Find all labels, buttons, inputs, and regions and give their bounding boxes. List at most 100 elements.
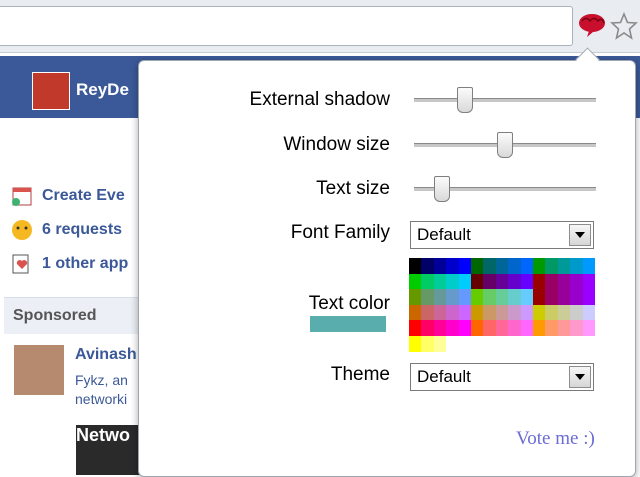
ad-title[interactable]: Avinash bbox=[75, 346, 137, 364]
color-swatch[interactable] bbox=[557, 258, 571, 274]
color-swatch[interactable] bbox=[520, 304, 533, 321]
color-swatch[interactable] bbox=[433, 336, 447, 352]
color-swatch[interactable] bbox=[458, 273, 471, 290]
color-swatch[interactable] bbox=[570, 258, 583, 274]
color-swatch[interactable] bbox=[433, 320, 447, 336]
color-swatch[interactable] bbox=[483, 289, 496, 305]
color-swatch[interactable] bbox=[409, 304, 422, 321]
color-swatch[interactable] bbox=[483, 258, 496, 274]
color-swatch[interactable] bbox=[433, 273, 447, 290]
color-swatch[interactable] bbox=[446, 320, 459, 336]
color-swatch[interactable] bbox=[533, 273, 546, 290]
color-swatch[interactable] bbox=[483, 304, 496, 321]
text-color-preview bbox=[310, 316, 386, 332]
side-link-create-event[interactable]: Create Eve bbox=[10, 185, 125, 207]
address-bar[interactable] bbox=[0, 6, 573, 46]
color-swatch[interactable] bbox=[446, 258, 459, 274]
ad-photo[interactable] bbox=[14, 345, 64, 395]
color-swatch[interactable] bbox=[582, 273, 595, 290]
avatar[interactable] bbox=[32, 72, 70, 110]
color-swatch[interactable] bbox=[471, 304, 484, 321]
chevron-down-icon[interactable] bbox=[569, 366, 591, 388]
color-swatch[interactable] bbox=[421, 289, 434, 305]
brain-icon[interactable] bbox=[576, 12, 608, 38]
color-swatch[interactable] bbox=[471, 289, 484, 305]
color-swatch[interactable] bbox=[520, 273, 533, 290]
color-swatch[interactable] bbox=[557, 273, 571, 290]
color-swatch[interactable] bbox=[421, 258, 434, 274]
chevron-down-icon[interactable] bbox=[569, 224, 591, 246]
color-palette[interactable] bbox=[409, 258, 595, 352]
profile-name[interactable]: ReyDe bbox=[76, 80, 129, 100]
color-swatch[interactable] bbox=[495, 258, 509, 274]
color-swatch[interactable] bbox=[458, 289, 471, 305]
color-swatch[interactable] bbox=[533, 289, 546, 305]
color-swatch[interactable] bbox=[582, 289, 595, 305]
window-size-slider-thumb[interactable] bbox=[497, 132, 513, 158]
side-link-requests[interactable]: 6 requests bbox=[10, 219, 122, 241]
color-swatch[interactable] bbox=[458, 320, 471, 336]
color-swatch[interactable] bbox=[471, 258, 484, 274]
color-swatch[interactable] bbox=[446, 304, 459, 321]
external-shadow-slider-thumb[interactable] bbox=[457, 87, 474, 113]
color-swatch[interactable] bbox=[495, 304, 509, 321]
color-swatch[interactable] bbox=[570, 273, 583, 290]
color-swatch[interactable] bbox=[483, 273, 496, 290]
vote-link[interactable]: Vote me :) bbox=[516, 428, 595, 450]
color-swatch[interactable] bbox=[520, 289, 533, 305]
color-swatch[interactable] bbox=[545, 273, 558, 290]
color-swatch[interactable] bbox=[495, 289, 509, 305]
color-swatch[interactable] bbox=[471, 320, 484, 336]
color-swatch[interactable] bbox=[458, 258, 471, 274]
color-swatch[interactable] bbox=[433, 304, 447, 321]
color-swatch[interactable] bbox=[533, 258, 546, 274]
external-shadow-slider[interactable] bbox=[414, 98, 596, 103]
ad-image[interactable]: Netwo bbox=[76, 425, 140, 475]
color-swatch[interactable] bbox=[421, 320, 434, 336]
color-swatch[interactable] bbox=[495, 320, 509, 336]
color-swatch[interactable] bbox=[570, 304, 583, 321]
color-swatch[interactable] bbox=[557, 320, 571, 336]
color-swatch[interactable] bbox=[557, 304, 571, 321]
color-swatch[interactable] bbox=[458, 304, 471, 321]
theme-select[interactable]: Default bbox=[410, 363, 594, 391]
color-swatch[interactable] bbox=[446, 289, 459, 305]
color-swatch[interactable] bbox=[545, 304, 558, 321]
star-icon[interactable] bbox=[610, 12, 638, 40]
color-swatch[interactable] bbox=[421, 304, 434, 321]
color-swatch[interactable] bbox=[495, 273, 509, 290]
color-swatch[interactable] bbox=[433, 289, 447, 305]
color-swatch[interactable] bbox=[508, 289, 521, 305]
color-swatch[interactable] bbox=[533, 320, 546, 336]
color-swatch[interactable] bbox=[508, 273, 521, 290]
color-swatch[interactable] bbox=[421, 273, 434, 290]
text-size-slider-thumb[interactable] bbox=[433, 176, 450, 202]
color-swatch[interactable] bbox=[409, 273, 422, 290]
color-swatch[interactable] bbox=[533, 304, 546, 321]
color-swatch[interactable] bbox=[409, 336, 422, 352]
color-swatch[interactable] bbox=[545, 320, 558, 336]
color-swatch[interactable] bbox=[508, 258, 521, 274]
color-swatch[interactable] bbox=[421, 336, 434, 352]
color-swatch[interactable] bbox=[582, 304, 595, 321]
font-family-select[interactable]: Default bbox=[410, 221, 594, 249]
color-swatch[interactable] bbox=[570, 289, 583, 305]
color-swatch[interactable] bbox=[433, 258, 447, 274]
color-swatch[interactable] bbox=[409, 289, 422, 305]
color-swatch[interactable] bbox=[557, 289, 571, 305]
color-swatch[interactable] bbox=[520, 320, 533, 336]
color-swatch[interactable] bbox=[409, 320, 422, 336]
color-swatch[interactable] bbox=[582, 320, 595, 336]
color-swatch[interactable] bbox=[508, 320, 521, 336]
color-swatch[interactable] bbox=[508, 304, 521, 321]
color-swatch[interactable] bbox=[409, 258, 422, 274]
color-swatch[interactable] bbox=[520, 258, 533, 274]
color-swatch[interactable] bbox=[446, 273, 459, 290]
color-swatch[interactable] bbox=[582, 258, 595, 274]
color-swatch[interactable] bbox=[545, 289, 558, 305]
color-swatch[interactable] bbox=[483, 320, 496, 336]
color-swatch[interactable] bbox=[471, 273, 484, 290]
side-link-apps[interactable]: 1 other app bbox=[10, 253, 128, 275]
color-swatch[interactable] bbox=[570, 320, 583, 336]
color-swatch[interactable] bbox=[545, 258, 558, 274]
